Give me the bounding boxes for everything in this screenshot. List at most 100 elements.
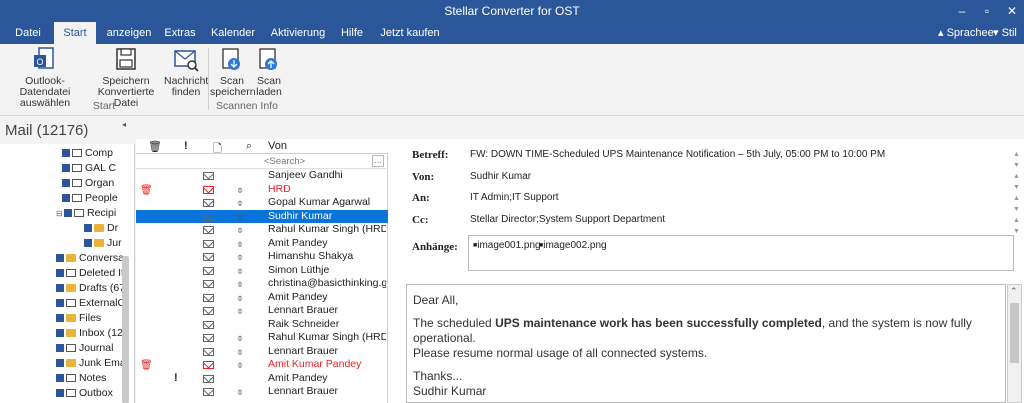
folder-item[interactable]: Inbox (12 <box>56 326 123 340</box>
folder-item[interactable]: Notes <box>56 371 106 385</box>
attachment-icon: ⌽ <box>237 184 243 196</box>
table-row[interactable]: 🗑 ⌽ HRD <box>136 183 388 197</box>
folder-item[interactable]: Jur <box>84 236 122 250</box>
checkbox-icon[interactable] <box>56 344 64 352</box>
checkbox-icon[interactable] <box>56 254 64 262</box>
folder-item[interactable]: GAL C <box>62 161 116 175</box>
search-input[interactable]: <Search> <box>264 156 370 167</box>
folder-icon <box>66 314 76 322</box>
find-message-label: Nachricht finden <box>164 75 209 98</box>
minimize-button[interactable]: – <box>953 3 971 19</box>
tab-kalender[interactable]: Kalender <box>206 22 260 44</box>
attachment-icon: ⌽ <box>237 252 243 263</box>
tab-start[interactable]: Start <box>54 22 96 44</box>
checkbox-icon[interactable] <box>56 314 64 322</box>
folder-item[interactable]: Dr <box>84 221 118 235</box>
table-row[interactable]: Sanjeev Gandhi <box>136 169 388 183</box>
body-thanks: Thanks... <box>413 369 463 383</box>
table-row[interactable]: ⌽ Lennart Brauer <box>136 385 388 399</box>
folder-item[interactable]: Files <box>56 311 101 325</box>
contacts-icon <box>72 149 82 157</box>
body-scroll-thumb[interactable] <box>1010 303 1019 363</box>
table-row[interactable]: ⌽ Rahul Kumar Singh (HRD) <box>136 223 388 237</box>
folder-item[interactable]: Comp <box>62 146 113 160</box>
folder-item[interactable]: Outbox <box>56 386 113 400</box>
attachment-icon: ⌽ <box>237 360 243 371</box>
table-row[interactable]: ⌽ Rahul Kumar Singh (HRD) <box>136 331 388 345</box>
checkbox-icon[interactable] <box>56 269 64 277</box>
tab-aktivierung[interactable]: Aktivierung <box>266 22 330 44</box>
attachment-column-icon[interactable]: ⌕ <box>246 140 252 153</box>
checkbox-icon[interactable] <box>62 194 70 202</box>
table-row[interactable]: Raik Schneider <box>136 318 388 332</box>
folder-item[interactable]: ExternalC <box>56 296 125 310</box>
table-row[interactable]: ⌽ Amit Pandey <box>136 291 388 305</box>
from-column-header[interactable]: Von <box>268 140 287 152</box>
language-menu[interactable]: ▴ Sprachee <box>938 22 994 44</box>
group-label-scan-info: Scannen Info <box>216 100 278 112</box>
header-scroll-arrows[interactable]: ▲ ▼ ▲ ▼ ▲ ▼ ▲ ▼ <box>1013 149 1020 237</box>
checkbox-icon[interactable] <box>56 284 64 292</box>
table-row[interactable]: 🗑 ⌽ Amit Kumar Pandey <box>136 358 388 372</box>
folder-scrollbar[interactable] <box>122 256 129 403</box>
collapse-pane-icon[interactable]: ◂ <box>122 120 126 129</box>
attachment-image002[interactable]: image002.png <box>539 240 606 251</box>
folder-icon <box>94 239 104 247</box>
checkbox-icon[interactable] <box>56 299 64 307</box>
tab-extras[interactable]: Extras <box>160 22 200 44</box>
sender-name: Lennart Brauer <box>268 344 339 357</box>
find-message-button[interactable]: Nachricht finden <box>164 46 208 98</box>
folder-item[interactable]: ⊟ Recipi <box>56 206 116 220</box>
body-scrollbar[interactable]: ⌃ <box>1007 284 1022 403</box>
checkbox-icon[interactable] <box>62 149 70 157</box>
folder-item[interactable]: Junk Ema <box>56 356 126 370</box>
collapse-icon[interactable]: ⊟ <box>56 207 64 220</box>
sender-name: Rahul Kumar Singh (HRD) <box>268 331 386 343</box>
sender-name: Amit Kumar Pandey <box>268 358 362 370</box>
table-row[interactable]: ⌽ Gopal Kumar Agarwal <box>136 196 388 210</box>
search-options-button[interactable]: … <box>372 155 384 167</box>
checkbox-icon[interactable] <box>64 209 72 217</box>
checkbox-icon[interactable] <box>84 224 92 232</box>
checkbox-icon[interactable] <box>84 239 92 247</box>
scroll-up-icon[interactable]: ⌃ <box>1010 286 1018 297</box>
table-row[interactable]: ⌽ Amit Pandey <box>136 237 388 251</box>
select-outlook-file-button[interactable]: O Outlook-Datendatei auswählen <box>4 46 86 109</box>
folder-item[interactable]: Conversa <box>56 251 124 265</box>
folder-item[interactable]: Organ <box>62 176 114 190</box>
checkbox-icon[interactable] <box>62 164 70 172</box>
table-row[interactable]: ⌽ christina@basicthinking.gmbh <box>136 277 388 291</box>
tab-anzeigen[interactable]: anzeigen <box>100 22 158 44</box>
checkbox-icon[interactable] <box>56 329 64 337</box>
table-row[interactable]: ⌽ Himanshu Shakya <box>136 250 388 264</box>
importance-column-icon[interactable]: ! <box>184 140 188 152</box>
folder-item[interactable]: Journal <box>56 341 113 355</box>
checkbox-icon[interactable] <box>56 374 64 382</box>
table-row[interactable]: ⌽ Lennart Brauer <box>136 345 388 359</box>
checkbox-icon[interactable] <box>62 179 70 187</box>
load-scan-button[interactable]: Scan laden <box>254 46 284 98</box>
folder-item[interactable]: Deleted It <box>56 266 124 280</box>
save-scan-button[interactable]: Scan speichern <box>210 46 256 98</box>
table-row[interactable]: ⌽ Simon Lüthje <box>136 264 388 278</box>
tab-jetzt-kaufen[interactable]: Jetzt kaufen <box>378 22 442 44</box>
table-row[interactable]: ⌽ Sudhir Kumar <box>136 209 388 223</box>
close-button[interactable]: ✕ <box>1003 3 1021 19</box>
folder-icon <box>66 254 76 262</box>
tab-datei[interactable]: Datei <box>8 22 48 44</box>
table-row[interactable]: ! Amit Pandey <box>136 372 388 386</box>
folder-item[interactable]: Drafts (67 <box>56 281 125 295</box>
save-scan-label: Scan speichern <box>210 75 256 98</box>
trash-column-icon[interactable]: 🗑 <box>148 140 162 153</box>
table-row[interactable]: ⌽ Lennart Brauer <box>136 304 388 318</box>
attachments-box: image001.png image002.png <box>468 235 1014 271</box>
checkbox-icon[interactable] <box>56 359 64 367</box>
attachment-image001[interactable]: image001.png <box>473 240 540 251</box>
title-bar: Stellar Converter for OST – ▫ ✕ <box>0 0 1024 22</box>
folder-item[interactable]: People <box>62 191 118 205</box>
checkbox-icon[interactable] <box>56 389 64 397</box>
tab-hilfe[interactable]: Hilfe <box>336 22 368 44</box>
restore-button[interactable]: ▫ <box>978 3 996 19</box>
style-menu[interactable]: ▾ Stil ▾ <box>993 22 1024 61</box>
reading-pane: Betreff: FW: DOWN TIME-Scheduled UPS Mai… <box>388 139 1024 403</box>
